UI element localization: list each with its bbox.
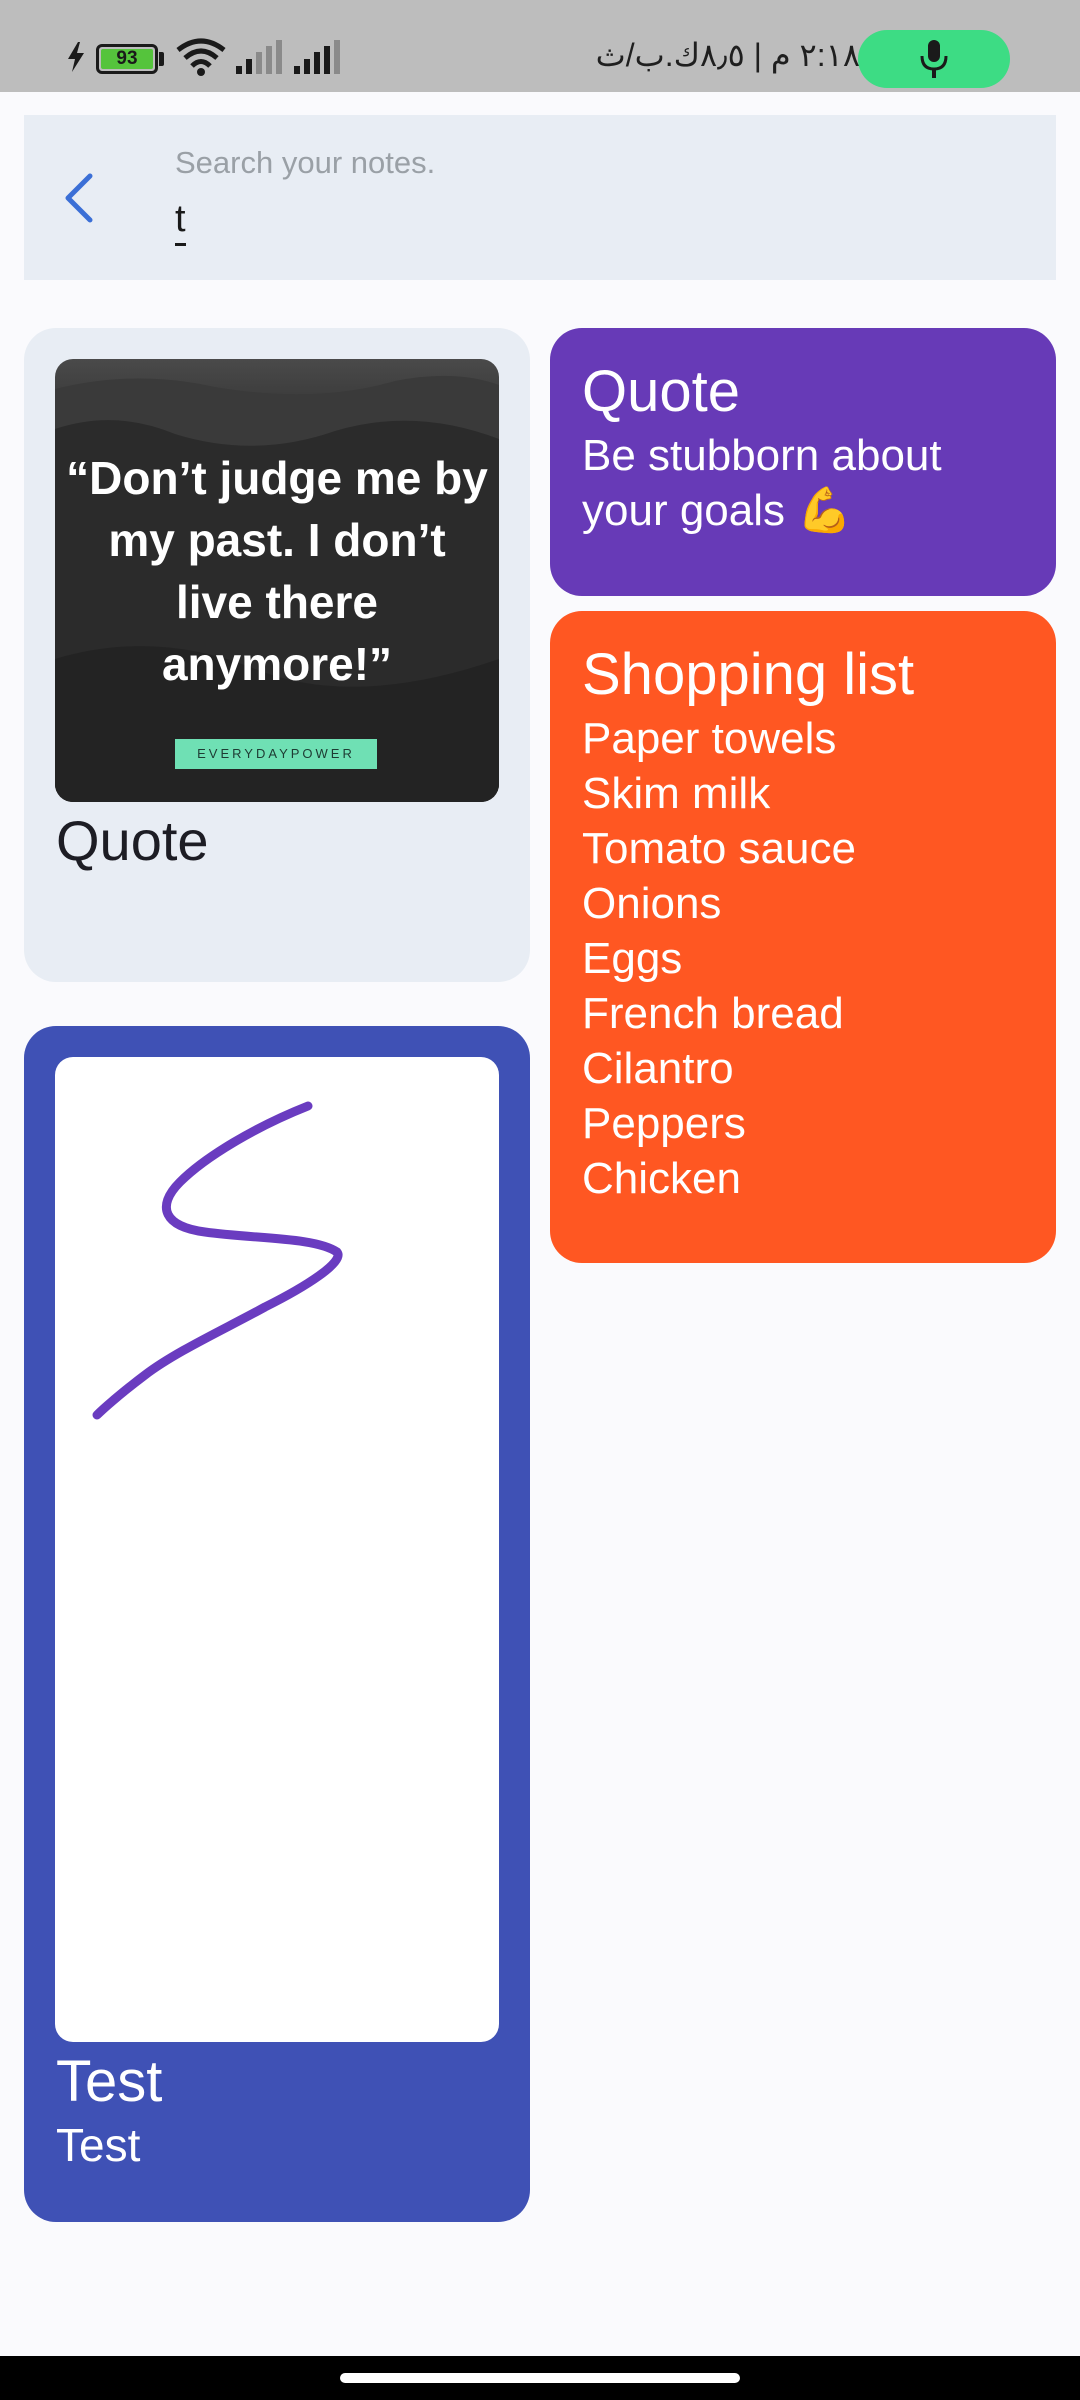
note-body: Be stubborn about your goals 💪 (582, 431, 942, 535)
battery-cap (159, 52, 164, 66)
status-bar: 93 ٢:١٨ م | ٨٫٥ك.ب/ث (0, 0, 1080, 92)
list-item: Onions (582, 879, 722, 928)
note-title: Quote (582, 359, 740, 424)
signal-icon (236, 40, 282, 74)
note-card-quote-text[interactable]: Quote Be stubborn about your goals 💪 (550, 328, 1056, 596)
status-clock: ٢:١٨ م | ٨٫٥ك.ب/ث (595, 37, 860, 73)
wifi-icon (176, 38, 226, 76)
quote-image: “Don’t judge me by my past. I don’t live… (55, 359, 499, 802)
mic-icon (920, 40, 948, 78)
note-title: Quote (56, 809, 209, 872)
shopping-list: Paper towels Skim milk Tomato sauce Onio… (582, 711, 856, 1206)
list-item: Skim milk (582, 769, 771, 818)
note-title: Shopping list (582, 642, 915, 707)
search-input[interactable]: t (175, 195, 186, 246)
list-item: Tomato sauce (582, 824, 856, 873)
list-item: French bread (582, 989, 844, 1038)
home-indicator[interactable] (340, 2373, 740, 2383)
back-button[interactable] (46, 165, 112, 231)
quote-image-text: “Don’t judge me by my past. I don’t live… (66, 452, 488, 690)
list-item: Paper towels (582, 714, 837, 763)
note-card-quote-image[interactable]: “Don’t judge me by my past. I don’t live… (24, 328, 530, 982)
list-item: Eggs (582, 934, 683, 983)
search-bar: Search your notes. t (24, 115, 1056, 280)
navigation-bar (0, 2356, 1080, 2400)
list-item: Cilantro (582, 1044, 734, 1093)
note-title: Test (56, 2049, 163, 2114)
mic-indicator[interactable] (858, 30, 1010, 88)
list-item: Peppers (582, 1099, 746, 1148)
battery-level: 93 (116, 48, 138, 69)
note-card-shopping-list[interactable]: Shopping list Paper towels Skim milk Tom… (550, 611, 1056, 1263)
drawing-canvas (55, 1057, 499, 2042)
chevron-left-icon (65, 173, 93, 223)
signal-icon (294, 40, 340, 74)
note-body: Test (56, 2119, 141, 2171)
drawing-stroke (92, 1101, 343, 1420)
battery-icon: 93 (96, 44, 158, 74)
quote-image-brand: EVERYDAYPOWER (175, 739, 377, 769)
list-item: Chicken (582, 1154, 741, 1203)
search-placeholder: Search your notes. (175, 145, 436, 180)
bolt-icon (68, 42, 84, 72)
note-card-test[interactable]: Test Test (24, 1026, 530, 2222)
